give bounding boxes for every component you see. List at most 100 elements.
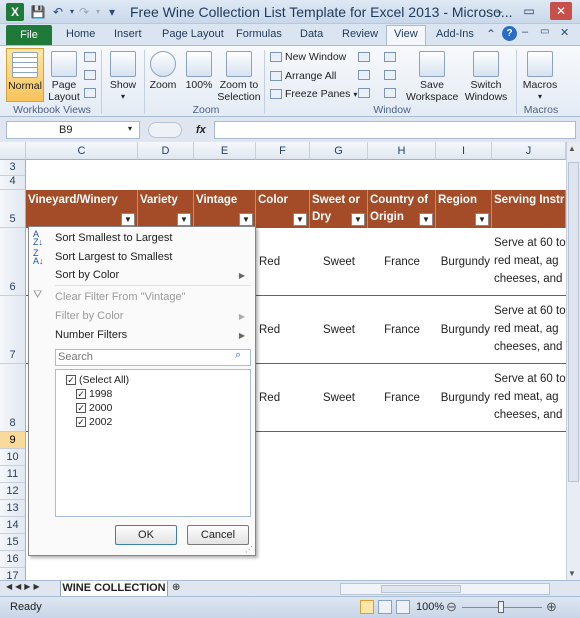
- filter-active-icon[interactable]: ▼: [239, 213, 253, 226]
- filter-dropdown-icon[interactable]: ▼: [419, 213, 433, 226]
- page-break-status-icon[interactable]: [396, 600, 410, 614]
- sort-smallest-to-largest[interactable]: Sort Smallest to Largest: [55, 232, 172, 244]
- select-all-corner[interactable]: [0, 142, 26, 160]
- row-header-11[interactable]: 11: [0, 466, 26, 483]
- insert-sheet-icon[interactable]: ⊕: [172, 582, 180, 593]
- row-header-16[interactable]: 16: [0, 551, 26, 568]
- name-box-dropdown-icon[interactable]: ▾: [128, 124, 132, 133]
- filter-item-1998[interactable]: ✓ 1998: [76, 388, 112, 400]
- table-cell[interactable]: Burgundy: [436, 364, 492, 432]
- name-box[interactable]: B9: [6, 121, 140, 139]
- table-cell[interactable]: France: [368, 228, 436, 296]
- tab-view[interactable]: View: [386, 24, 426, 45]
- custom-views-icon[interactable]: [84, 70, 96, 80]
- filter-dropdown-icon[interactable]: ▼: [475, 213, 489, 226]
- row-header-4[interactable]: 4: [0, 175, 26, 190]
- ribbon-minimize-icon[interactable]: ⌃: [486, 27, 496, 41]
- zoom-in-icon[interactable]: ⊕: [546, 599, 557, 615]
- save-icon[interactable]: 💾: [30, 4, 46, 20]
- table-cell[interactable]: Sweet: [310, 296, 368, 364]
- tab-add-ins[interactable]: Add-Ins: [428, 24, 482, 45]
- filter-search-input[interactable]: Search: [55, 349, 251, 366]
- page-break-preview-icon[interactable]: [84, 52, 96, 62]
- table-cell[interactable]: Red: [256, 296, 310, 364]
- table-cell-serving[interactable]: Serve at 60 to red meat, ag cheeses, and: [494, 370, 566, 424]
- clear-filter-from-vintage[interactable]: Clear Filter From "Vintage": [55, 291, 185, 303]
- row-header-5[interactable]: 5: [0, 190, 26, 228]
- table-cell[interactable]: France: [368, 296, 436, 364]
- tab-home[interactable]: Home: [58, 24, 103, 45]
- new-window-button[interactable]: New Window: [270, 51, 346, 63]
- switch-windows-button[interactable]: Switch Windows: [460, 51, 512, 103]
- insert-function-button[interactable]: fx: [196, 121, 212, 139]
- formula-input[interactable]: [214, 121, 576, 139]
- tab-formulas[interactable]: Formulas: [228, 24, 290, 45]
- excel-logo-icon[interactable]: X: [6, 3, 24, 21]
- table-cell-serving[interactable]: Serve at 60 to red meat, ag cheeses, and: [494, 234, 566, 288]
- table-cell[interactable]: Red: [256, 228, 310, 296]
- filter-item-2002[interactable]: ✓ 2002: [76, 416, 112, 428]
- number-filters[interactable]: Number Filters: [55, 329, 127, 341]
- zoom-slider-thumb[interactable]: [498, 601, 504, 613]
- view-side-by-side-icon[interactable]: [384, 52, 396, 62]
- scroll-down-icon[interactable]: ▼: [568, 569, 576, 578]
- column-header-f[interactable]: F: [256, 142, 310, 160]
- row-header-3[interactable]: 3: [0, 160, 26, 176]
- resize-grip-icon[interactable]: ⋰: [245, 545, 253, 554]
- arrange-all-button[interactable]: Arrange All: [270, 70, 336, 82]
- maximize-button[interactable]: ▭: [518, 2, 540, 20]
- tab-review[interactable]: Review: [334, 24, 386, 45]
- normal-view-button[interactable]: Normal: [6, 48, 44, 102]
- save-workspace-button[interactable]: Save Workspace: [406, 51, 458, 103]
- row-header-15[interactable]: 15: [0, 534, 26, 551]
- column-header-j[interactable]: J: [492, 142, 566, 160]
- filter-by-color[interactable]: Filter by Color: [55, 310, 123, 322]
- tab-data[interactable]: Data: [292, 24, 331, 45]
- split-icon[interactable]: [358, 52, 370, 62]
- scrollbar-thumb[interactable]: [381, 585, 461, 593]
- scrollbar-thumb[interactable]: [568, 162, 579, 482]
- zoom-button[interactable]: Zoom: [148, 51, 178, 91]
- synchronous-scrolling-icon[interactable]: [384, 70, 396, 80]
- full-screen-icon[interactable]: [84, 88, 96, 98]
- table-cell[interactable]: France: [368, 364, 436, 432]
- sort-by-color[interactable]: Sort by Color: [55, 269, 119, 281]
- row-header-6[interactable]: 6: [0, 228, 26, 296]
- column-header-i[interactable]: I: [436, 142, 492, 160]
- column-header-d[interactable]: D: [138, 142, 194, 160]
- formula-bar-resize-handle[interactable]: [148, 122, 182, 138]
- sheet-navigation-icon[interactable]: ◀◀▶▶: [6, 582, 43, 591]
- close-button[interactable]: ✕: [550, 2, 572, 20]
- filter-dropdown-icon[interactable]: ▼: [351, 213, 365, 226]
- sort-largest-to-smallest[interactable]: Sort Largest to Smallest: [55, 251, 172, 263]
- page-layout-status-icon[interactable]: [378, 600, 392, 614]
- customize-quick-access-icon[interactable]: ▾: [104, 4, 120, 20]
- show-button[interactable]: Show ▾: [104, 51, 142, 103]
- workbook-minimize-icon[interactable]: –: [522, 26, 528, 38]
- row-header-17[interactable]: 17: [0, 568, 26, 580]
- filter-item-select-all[interactable]: ✓ (Select All): [66, 374, 129, 386]
- zoom-level[interactable]: 100%: [416, 601, 444, 613]
- workbook-restore-icon[interactable]: ▭: [540, 26, 549, 37]
- reset-window-position-icon[interactable]: [384, 88, 396, 98]
- filter-values-list[interactable]: ✓ (Select All) ✓ 1998 ✓ 2000 ✓ 2002: [55, 369, 251, 517]
- filter-dropdown-icon[interactable]: ▼: [293, 213, 307, 226]
- table-cell[interactable]: Red: [256, 364, 310, 432]
- column-header-c[interactable]: C: [26, 142, 138, 160]
- tab-insert[interactable]: Insert: [106, 24, 150, 45]
- filter-dropdown-icon[interactable]: ▼: [177, 213, 191, 226]
- row-header-14[interactable]: 14: [0, 517, 26, 534]
- vertical-scrollbar[interactable]: ▲ ▼: [566, 142, 580, 580]
- normal-view-status-icon[interactable]: [360, 600, 374, 614]
- horizontal-scrollbar[interactable]: [340, 583, 550, 595]
- row-header-7[interactable]: 7: [0, 296, 26, 364]
- freeze-panes-button[interactable]: Freeze Panes ▾: [270, 88, 357, 100]
- row-header-13[interactable]: 13: [0, 500, 26, 517]
- column-header-h[interactable]: H: [368, 142, 436, 160]
- row-header-10[interactable]: 10: [0, 449, 26, 466]
- table-cell[interactable]: Burgundy: [436, 228, 492, 296]
- hide-icon[interactable]: [358, 70, 370, 80]
- minimize-button[interactable]: –: [488, 2, 510, 20]
- cancel-button[interactable]: Cancel: [187, 525, 249, 545]
- scroll-up-icon[interactable]: ▲: [568, 144, 576, 153]
